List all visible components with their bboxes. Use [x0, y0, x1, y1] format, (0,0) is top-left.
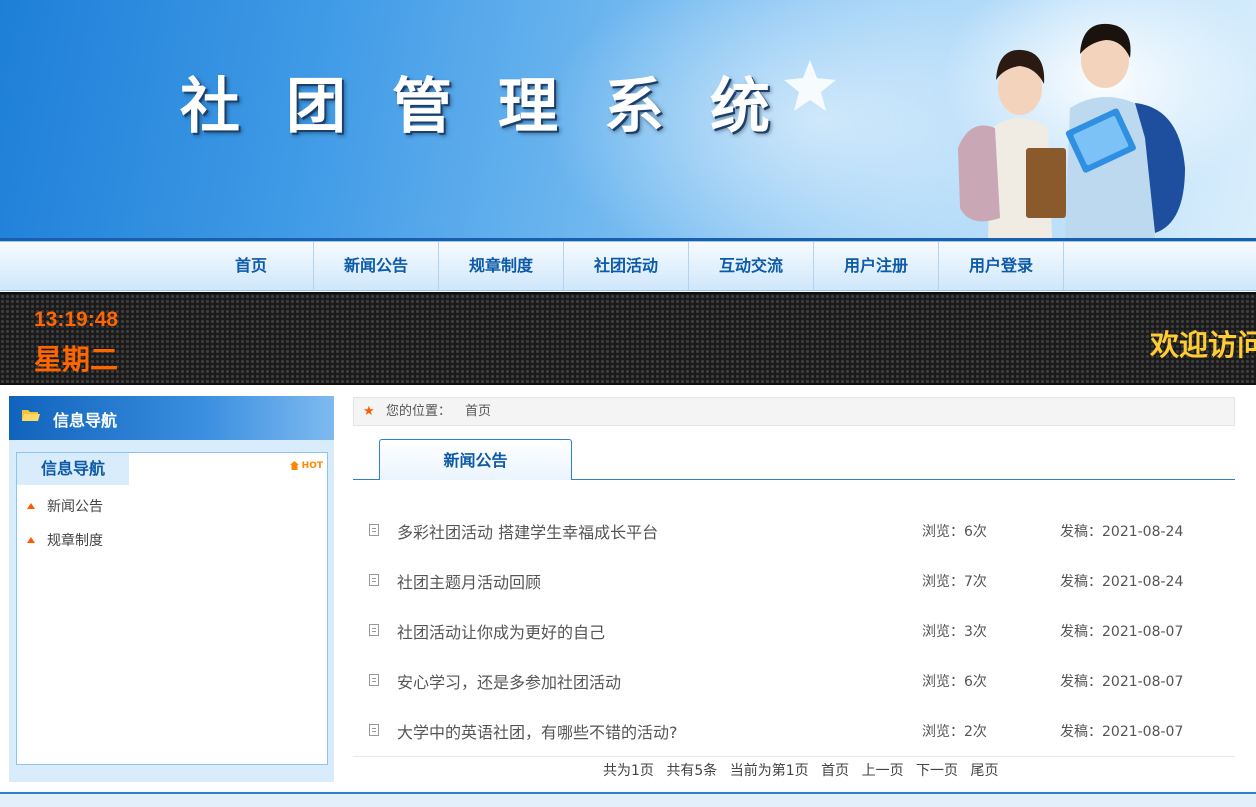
footer-bar — [0, 792, 1256, 807]
breadcrumb-home-link[interactable]: 首页 — [465, 398, 491, 425]
news-row: 多彩社团活动 搭建学生幸福成长平台 浏览：6次 发稿：2021-08-24 — [353, 505, 1235, 555]
nav-item-activities[interactable]: 社团活动 — [564, 242, 689, 290]
clock-time: 13:19:48 — [34, 308, 119, 331]
arrow-up-icon — [27, 537, 35, 543]
news-row: 安心学习，还是多参加社团活动 浏览：6次 发稿：2021-08-07 — [353, 655, 1235, 705]
news-title-link[interactable]: 安心学习，还是多参加社团活动 — [397, 669, 621, 693]
news-title-link[interactable]: 社团活动让你成为更好的自己 — [397, 619, 605, 643]
pager-prev-link[interactable]: 上一页 — [862, 763, 904, 779]
news-row: 大学中的英语社团，有哪些不错的活动? 浏览：2次 发稿：2021-08-07 — [353, 705, 1235, 755]
led-ticker: 13:19:48 星期二 欢迎访问 — [0, 292, 1256, 385]
news-row: 社团主题月活动回顾 浏览：7次 发稿：2021-08-24 — [353, 555, 1235, 605]
news-views: 浏览：6次 — [922, 524, 987, 540]
document-icon — [369, 674, 379, 686]
document-icon — [369, 524, 379, 536]
header-banner: 社团管理系统 — [0, 0, 1256, 238]
document-icon — [369, 624, 379, 636]
news-title-link[interactable]: 多彩社团活动 搭建学生幸福成长平台 — [397, 519, 658, 543]
students-illustration — [958, 23, 1185, 238]
news-date: 发稿：2021-08-07 — [1060, 674, 1184, 690]
pager-next-link[interactable]: 下一页 — [916, 763, 958, 779]
list-divider — [353, 756, 1235, 757]
sidebar: 信息导航 信息导航 HOT 新闻公告 规章制度 — [9, 396, 334, 782]
breadcrumb-label: 您的位置： — [386, 404, 452, 419]
sidebar-header-title: 信息导航 — [53, 411, 118, 430]
news-title-link[interactable]: 社团主题月活动回顾 — [397, 569, 541, 593]
news-title-link[interactable]: 大学中的英语社团，有哪些不错的活动? — [397, 719, 678, 743]
clock-weekday: 星期二 — [34, 343, 119, 376]
arrow-up-icon — [27, 503, 35, 509]
nav-item-register[interactable]: 用户注册 — [814, 242, 939, 290]
news-views: 浏览：7次 — [922, 574, 987, 590]
sidebar-item-rules[interactable]: 规章制度 — [27, 530, 103, 550]
star-icon: ★ — [363, 404, 375, 419]
sidebar-item-label: 新闻公告 — [47, 499, 103, 515]
pager-current-page: 当前为第1页 — [729, 763, 809, 779]
news-date: 发稿：2021-08-24 — [1060, 574, 1184, 590]
hot-badge: HOT — [289, 461, 323, 471]
tab-news[interactable]: 新闻公告 — [379, 439, 572, 480]
sidebar-header: 信息导航 — [9, 396, 334, 440]
news-date: 发稿：2021-08-07 — [1060, 624, 1184, 640]
pager-total-pages: 共为1页 — [603, 763, 654, 779]
welcome-marquee: 欢迎访问 — [1150, 328, 1256, 362]
nav-item-forum[interactable]: 互动交流 — [689, 242, 814, 290]
pager-first-link[interactable]: 首页 — [821, 763, 849, 779]
nav-item-news[interactable]: 新闻公告 — [314, 242, 439, 290]
sidebar-item-news[interactable]: 新闻公告 — [27, 496, 103, 516]
news-date: 发稿：2021-08-07 — [1060, 724, 1184, 740]
folder-icon — [22, 410, 40, 421]
document-icon — [369, 574, 379, 586]
news-row: 社团活动让你成为更好的自己 浏览：3次 发稿：2021-08-07 — [353, 605, 1235, 655]
nav-item-home[interactable]: 首页 — [189, 242, 314, 290]
site-title: 社团管理系统 — [180, 72, 816, 142]
news-views: 浏览：2次 — [922, 724, 987, 740]
news-views: 浏览：6次 — [922, 674, 987, 690]
sidebar-panel: 信息导航 HOT 新闻公告 规章制度 — [16, 452, 328, 765]
document-icon — [369, 724, 379, 736]
breadcrumb: ★ 您的位置： 首页 — [353, 397, 1235, 426]
pagination: 共为1页 共有5条 当前为第1页 首页 上一页 下一页 尾页 — [603, 760, 1006, 780]
main-nav: 首页 新闻公告 规章制度 社团活动 互动交流 用户注册 用户登录 — [0, 241, 1256, 291]
house-icon — [289, 461, 299, 470]
sidebar-item-label: 规章制度 — [47, 533, 103, 549]
pager-last-link[interactable]: 尾页 — [970, 763, 998, 779]
hot-label: HOT — [301, 461, 323, 471]
sidebar-panel-tab: 信息导航 — [17, 453, 129, 485]
nav-item-rules[interactable]: 规章制度 — [439, 242, 564, 290]
nav-item-login[interactable]: 用户登录 — [939, 242, 1064, 290]
news-date: 发稿：2021-08-24 — [1060, 524, 1184, 540]
star-decoration-icon — [784, 60, 836, 111]
news-views: 浏览：3次 — [922, 624, 987, 640]
pager-total-items: 共有5条 — [666, 763, 718, 779]
